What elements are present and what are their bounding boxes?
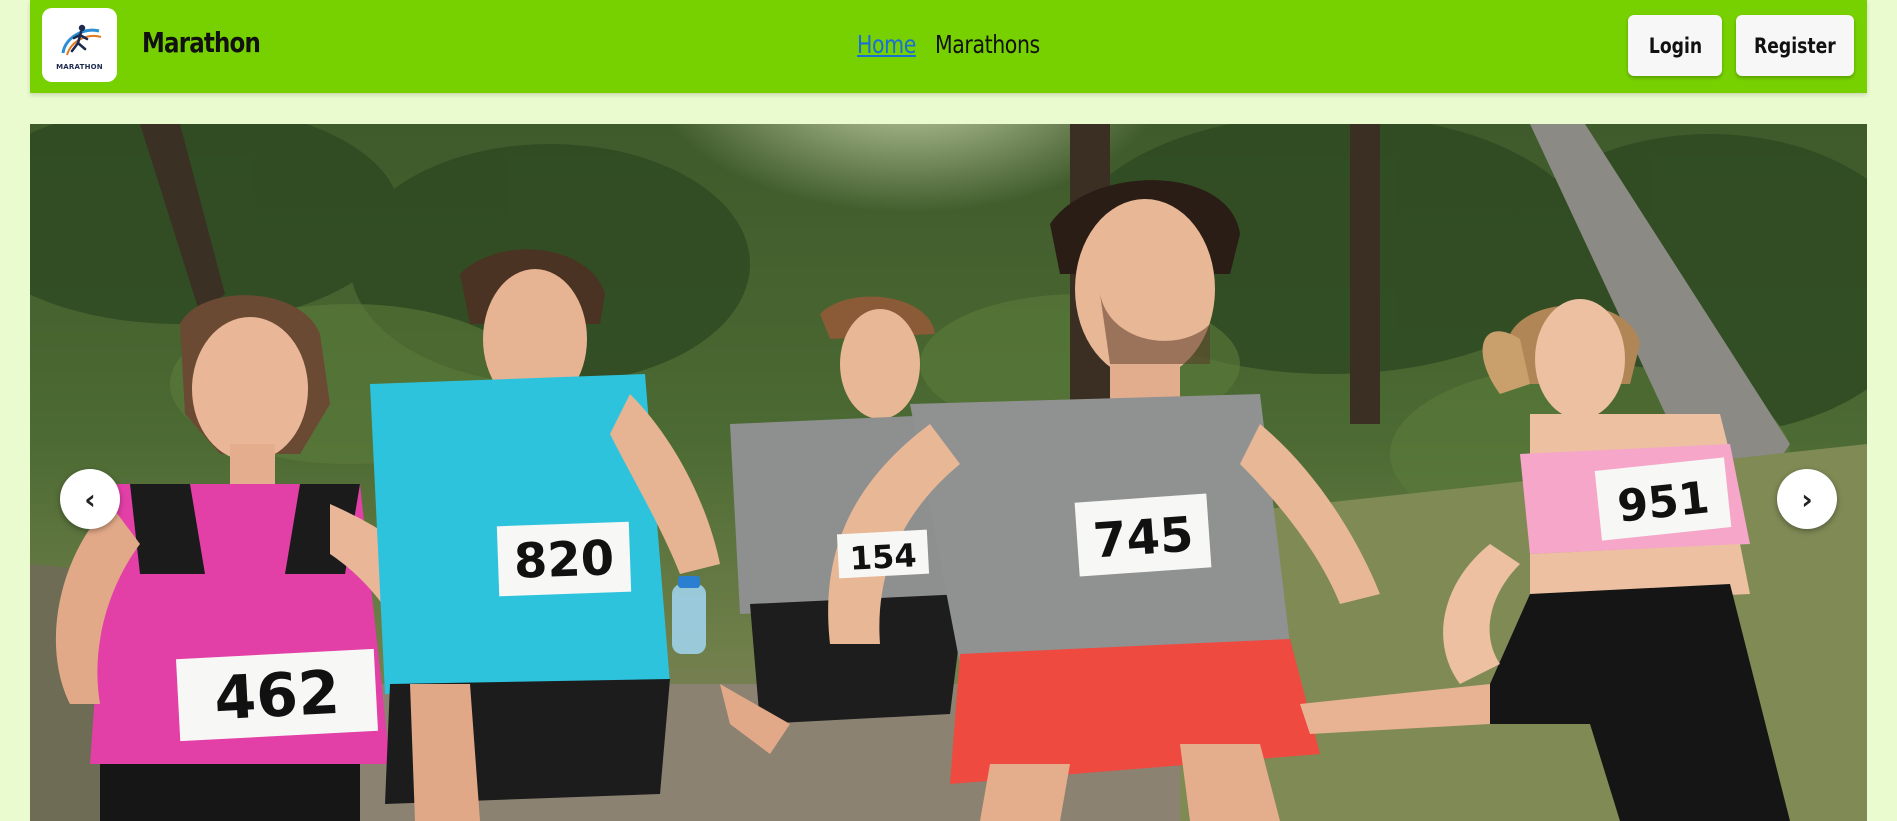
- bib-462: 462: [175, 648, 379, 742]
- main-nav: Home Marathons: [857, 30, 1063, 59]
- bib-745: 745: [1074, 493, 1212, 577]
- bib-number-951: 951: [1615, 472, 1712, 532]
- hero-carousel: 462 820 154 745 951 ‹ ›: [30, 124, 1867, 821]
- login-label: Login: [1648, 33, 1702, 58]
- bib-number-154: 154: [849, 536, 918, 577]
- nav-link-home[interactable]: Home: [857, 30, 916, 59]
- bib-number-745: 745: [1091, 507, 1195, 570]
- nav-link-marathons[interactable]: Marathons: [935, 30, 1040, 59]
- bib-154: 154: [836, 529, 930, 579]
- bib-951: 951: [1594, 457, 1732, 541]
- hero-image: 462 820 154 745 951: [30, 124, 1867, 821]
- bib-820: 820: [496, 521, 632, 597]
- brand-name[interactable]: Marathon: [142, 26, 261, 59]
- bib-number-820: 820: [513, 530, 615, 589]
- carousel-prev-button[interactable]: ‹: [60, 469, 120, 529]
- water-bottle: [672, 576, 706, 654]
- chevron-right-icon: ›: [1801, 482, 1813, 516]
- register-label: Register: [1754, 33, 1836, 58]
- login-button[interactable]: Login: [1628, 15, 1722, 76]
- carousel-next-button[interactable]: ›: [1777, 469, 1837, 529]
- top-navbar: MARATHON Marathon Home Marathons Login R…: [30, 0, 1867, 93]
- register-button[interactable]: Register: [1736, 15, 1854, 76]
- logo-text: MARATHON: [56, 63, 103, 71]
- site-logo[interactable]: MARATHON: [42, 8, 117, 82]
- runner-logo-icon: [61, 24, 101, 56]
- bib-number-462: 462: [213, 658, 342, 734]
- chevron-left-icon: ‹: [84, 482, 96, 516]
